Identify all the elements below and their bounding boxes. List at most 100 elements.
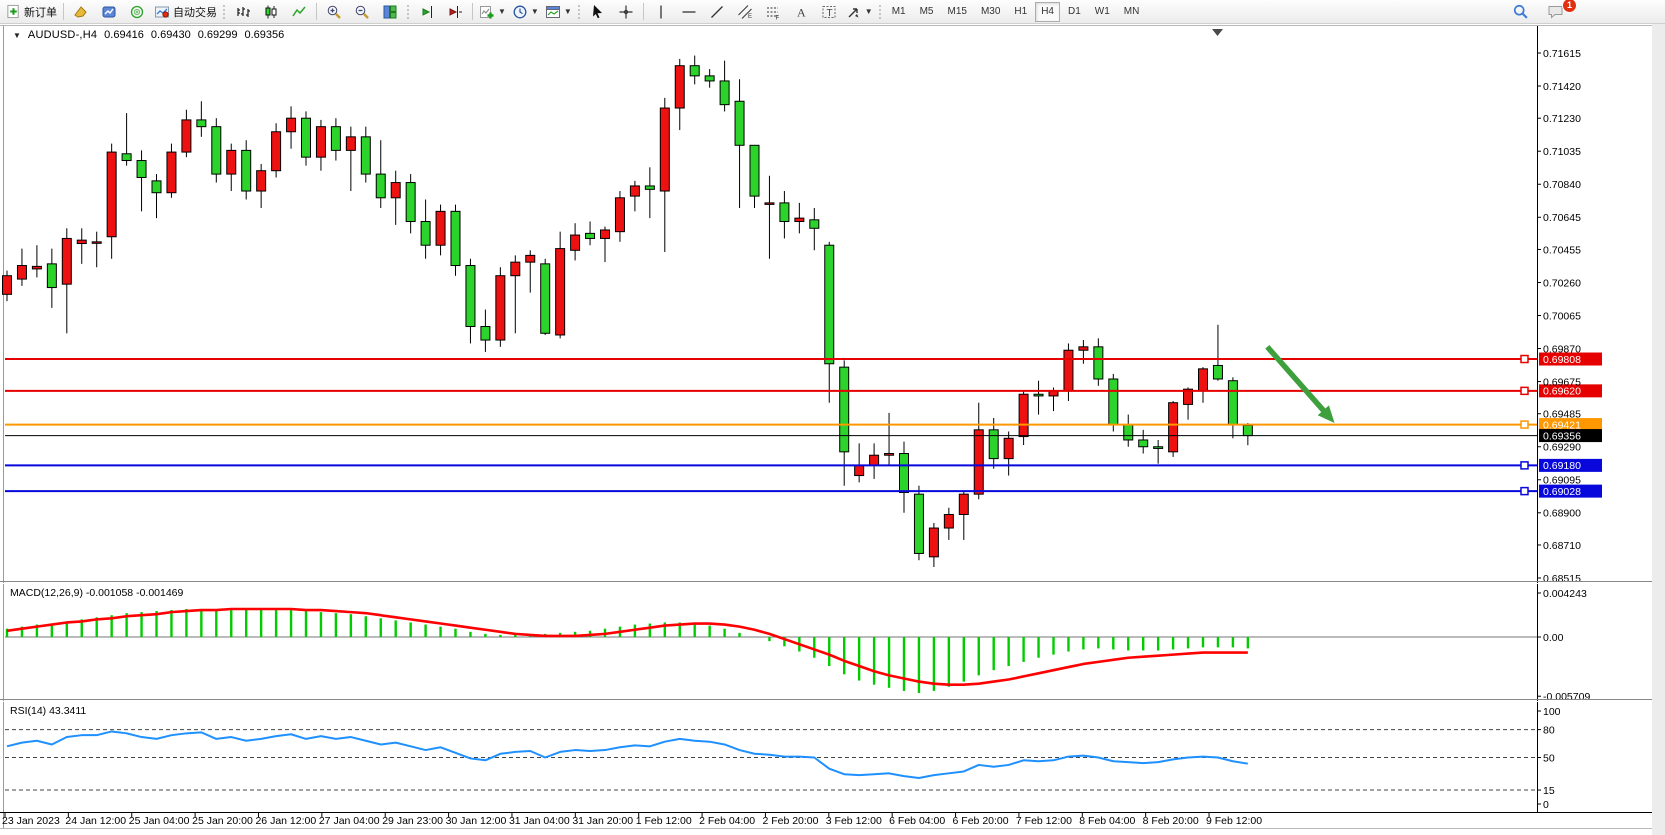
label-tool-button[interactable]: T (815, 1, 843, 23)
timeframe-m1-button[interactable]: M1 (886, 2, 912, 22)
candle-body (122, 154, 131, 161)
collapse-icon[interactable]: ▼ (13, 31, 21, 40)
notifications-button[interactable]: 1 (1542, 1, 1570, 23)
candle-body (3, 276, 12, 295)
new-order-label: 新订单 (24, 4, 57, 20)
date-axis-label: 29 Jan 23:00 (382, 815, 443, 827)
price-axis-label: 0.71615 (1543, 48, 1581, 60)
candle-body (466, 266, 475, 327)
toolbar-grip[interactable] (577, 4, 582, 20)
indicators-button[interactable]: ▼ (476, 1, 509, 23)
chevron-down-icon: ▼ (531, 8, 539, 16)
zoom-out-icon (354, 4, 370, 20)
cursor-tool-button[interactable] (584, 1, 612, 23)
line-chart-mode-button[interactable] (285, 1, 313, 23)
rsi-indicator-label: RSI(14) 43.3411 (10, 705, 86, 717)
price-axis-label: 0.70065 (1543, 310, 1581, 322)
timeframe-m5-button[interactable]: M5 (914, 2, 940, 22)
candle-body (765, 203, 774, 205)
auto-scroll-button[interactable] (413, 1, 441, 23)
chart-shift-button[interactable] (441, 1, 469, 23)
new-order-button[interactable]: 新订单 (3, 1, 60, 23)
toolbar-grip[interactable] (878, 4, 883, 20)
periods-button[interactable]: ▼ (509, 1, 542, 23)
toolbar-grip[interactable] (222, 4, 227, 20)
candle-body (630, 186, 639, 196)
candle-body (795, 218, 804, 221)
crosshair-tool-button[interactable] (612, 1, 640, 23)
timeframe-h1-button[interactable]: H1 (1008, 2, 1033, 22)
zoom-out-button[interactable] (348, 1, 376, 23)
candle-body (1109, 379, 1118, 425)
line-handle[interactable] (1521, 462, 1528, 469)
timeframe-d1-button[interactable]: D1 (1062, 2, 1087, 22)
candle-body (675, 66, 684, 108)
horizontal-line-tool-button[interactable] (675, 1, 703, 23)
line-handle[interactable] (1521, 421, 1528, 428)
chevron-down-icon: ▼ (498, 8, 506, 16)
price-axis-label: 0.70260 (1543, 277, 1581, 289)
bar-chart-icon (235, 4, 251, 20)
candle-body (331, 127, 340, 151)
timeframe-m30-button[interactable]: M30 (975, 2, 1006, 22)
candle-body (1019, 394, 1028, 436)
candle-body (451, 211, 460, 265)
candle-body (62, 238, 71, 284)
candle-body (361, 137, 370, 174)
line-handle[interactable] (1521, 356, 1528, 363)
templates-button[interactable]: ▼ (542, 1, 575, 23)
date-axis-label: 2 Feb 20:00 (762, 815, 818, 827)
timeframe-mn-button[interactable]: MN (1118, 2, 1146, 22)
new-order-icon (6, 4, 21, 19)
market-chart-icon (101, 4, 117, 20)
candle-body (496, 276, 505, 340)
date-axis-label: 9 Feb 12:00 (1206, 815, 1262, 827)
broadcast-button[interactable] (123, 1, 151, 23)
date-axis-label: 3 Feb 12:00 (826, 815, 882, 827)
macd-indicator-label: MACD(12,26,9) -0.001058 -0.001469 (10, 587, 183, 599)
chart-shift-icon (447, 4, 463, 20)
channel-tool-button[interactable]: E (731, 1, 759, 23)
auto-trading-button[interactable]: 自动交易 (151, 1, 220, 23)
rsi-axis-label: 50 (1543, 752, 1555, 764)
timeframe-m15-button[interactable]: M15 (942, 2, 973, 22)
candle-body (750, 145, 759, 196)
date-axis-label: 31 Jan 04:00 (509, 815, 570, 827)
tile-windows-button[interactable] (376, 1, 404, 23)
candlestick-mode-button[interactable] (257, 1, 285, 23)
price-axis-label: 0.70840 (1543, 179, 1581, 191)
open-value: 0.69416 (104, 29, 144, 41)
timeframe-h4-button[interactable]: H4 (1035, 2, 1060, 22)
bar-chart-mode-button[interactable] (229, 1, 257, 23)
date-axis-label: 25 Jan 20:00 (192, 815, 253, 827)
price-axis-label: 0.69290 (1543, 442, 1581, 454)
candlestick-icon (263, 4, 279, 20)
price-axis-label: 0.69485 (1543, 409, 1581, 421)
candle-body (287, 118, 296, 132)
rsi-axis-label: 0 (1543, 799, 1549, 811)
metaeditor-button[interactable] (67, 1, 95, 23)
candle-body (421, 222, 430, 246)
candle-body (645, 186, 654, 189)
timeframe-w1-button[interactable]: W1 (1089, 2, 1116, 22)
market-watch-button[interactable] (95, 1, 123, 23)
line-handle[interactable] (1521, 387, 1528, 394)
price-axis-label: 0.71230 (1543, 113, 1581, 125)
text-tool-button[interactable]: A (787, 1, 815, 23)
toolbar-grip[interactable] (406, 4, 411, 20)
zoom-in-icon (326, 4, 342, 20)
search-button[interactable] (1506, 1, 1534, 23)
arrows-tool-button[interactable]: ▼ (843, 1, 876, 23)
trendline-tool-button[interactable] (703, 1, 731, 23)
fibonacci-tool-button[interactable]: F (759, 1, 787, 23)
high-value: 0.69430 (151, 29, 191, 41)
candle-body (944, 514, 953, 528)
candle-body (601, 230, 610, 238)
candle-body (810, 220, 819, 228)
vertical-line-tool-button[interactable] (647, 1, 675, 23)
candle-body (257, 171, 266, 191)
line-handle[interactable] (1521, 488, 1528, 495)
chart-canvas[interactable]: 0.698080.696200.694210.691800.690280.693… (0, 0, 1665, 835)
candle-body (272, 132, 281, 171)
zoom-in-button[interactable] (320, 1, 348, 23)
